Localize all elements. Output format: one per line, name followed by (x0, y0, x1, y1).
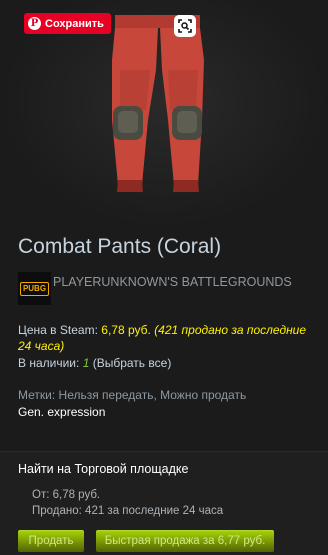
market-sold-count: Продано: 421 за последние 24 часа (32, 505, 224, 517)
item-tags: Метки: Нельзя передать, Можно продать (18, 388, 247, 402)
item-image (0, 0, 328, 228)
sell-button[interactable]: Продать (18, 530, 84, 552)
quick-sell-button[interactable]: Быстрая продажа за 6,77 руб. (96, 530, 274, 552)
market-from-price: От: 6,78 руб. (32, 489, 101, 501)
visual-search-button[interactable] (174, 15, 196, 37)
price-value: 6,78 руб. (101, 323, 151, 337)
market-title: Найти на Торговой площадке (18, 462, 189, 476)
paren-close: ) (167, 356, 172, 370)
item-expression: Gen. expression (18, 405, 106, 419)
combat-pants-image (112, 15, 204, 192)
select-all-link[interactable]: Выбрать все (97, 356, 168, 370)
stock-count: 1 (82, 356, 90, 370)
pubg-game-icon: PUBG (18, 272, 51, 305)
pubg-icon-text: PUBG (19, 281, 50, 296)
lens-icon (178, 19, 192, 33)
pinterest-save-label: Сохранить (45, 17, 104, 30)
stock-label: В наличии: (18, 356, 80, 370)
price-label: Цена в Steam: (18, 323, 98, 337)
steam-price: Цена в Steam: 6,78 руб. (421 продано за … (18, 322, 318, 354)
item-title: Combat Pants (Coral) (18, 235, 222, 258)
stock-info: В наличии: 1 (Выбрать все) (18, 356, 171, 370)
game-name: PLAYERUNKNOWN'S BATTLEGROUNDS (53, 275, 292, 289)
pinterest-logo-icon: P (28, 17, 41, 30)
pinterest-save-button[interactable]: P Сохранить (24, 13, 111, 34)
